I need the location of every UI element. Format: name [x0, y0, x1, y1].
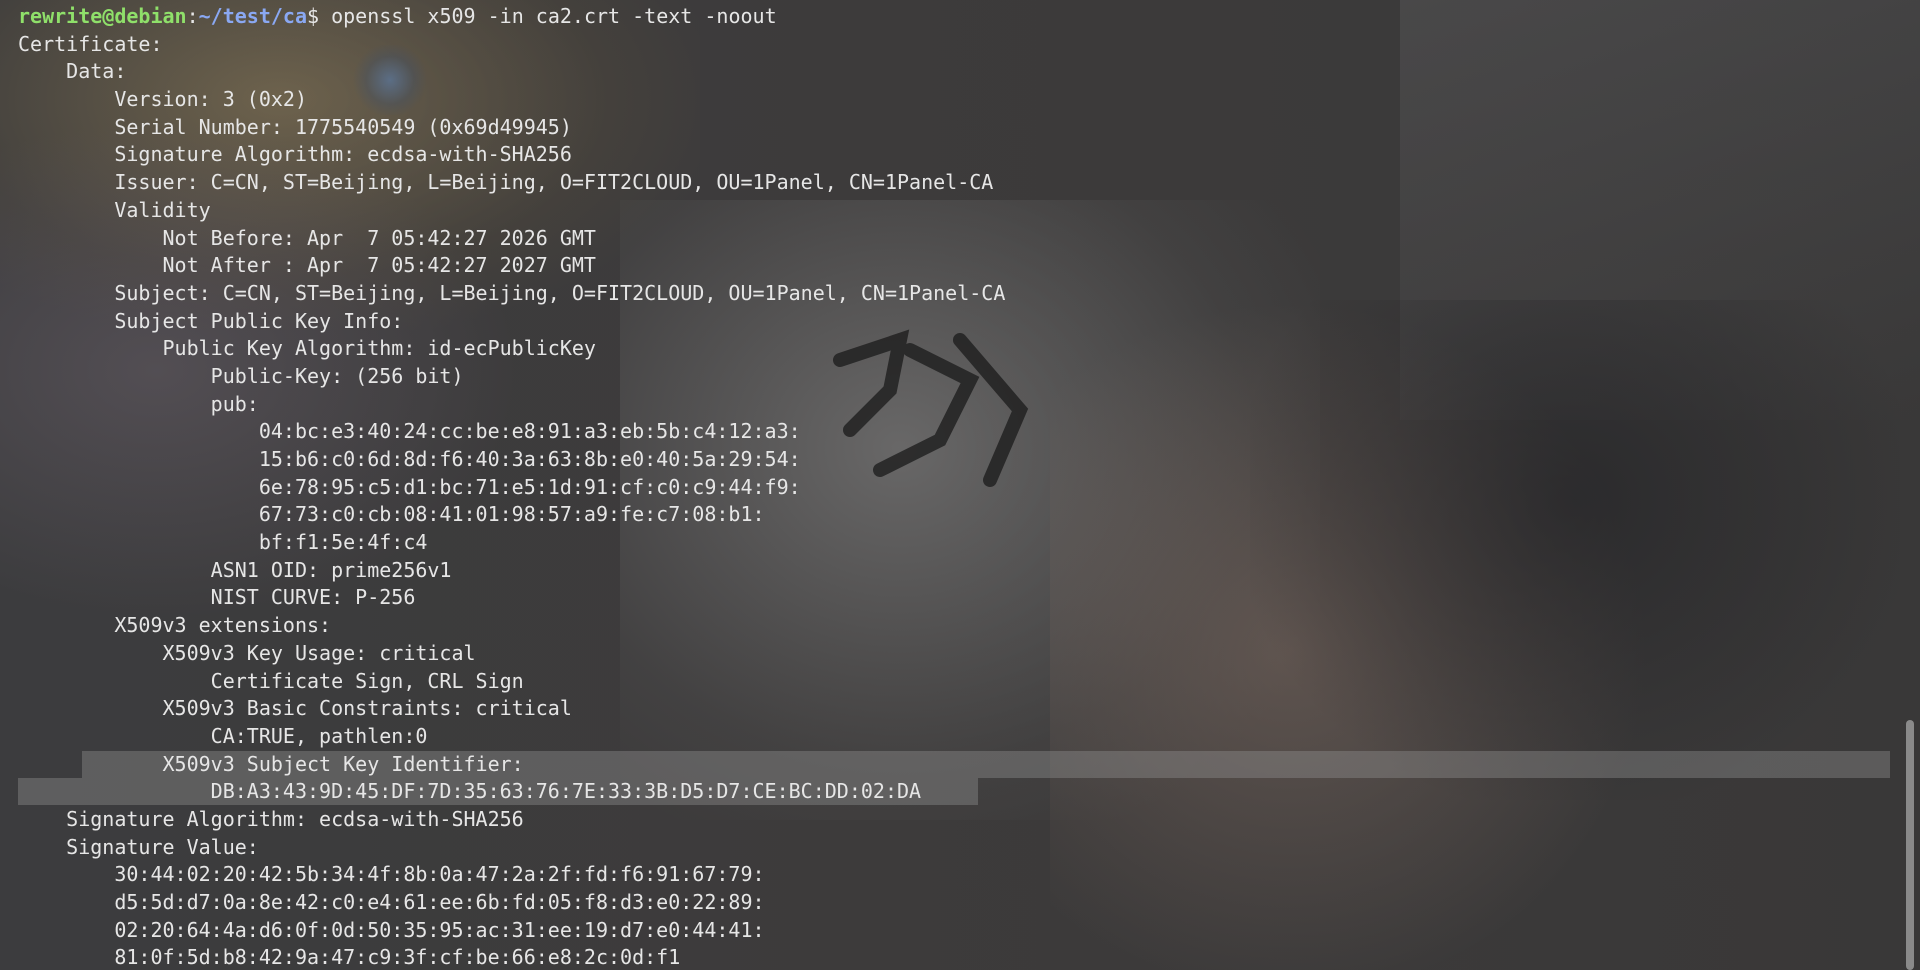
output-line: X509v3 Basic Constraints: critical — [18, 696, 572, 721]
output-line: X509v3 extensions: — [18, 613, 332, 638]
output-line: pub: — [18, 391, 259, 416]
output-line: DB:A3:43:9D:45:DF:7D:35:63:76:7E:33:3B:D… — [18, 779, 922, 804]
output-line: 02:20:64:4a:d6:0f:0d:50:35:95:ac:31:ee:1… — [18, 917, 765, 942]
output-line: d5:5d:d7:0a:8e:42:c0:e4:61:ee:6b:fd:05:f… — [18, 890, 765, 914]
output-line: Signature Algorithm: ecdsa-with-SHA256 — [18, 806, 524, 831]
output-line: Subject Public Key Info: — [18, 308, 404, 333]
output-line: 81:0f:5d:b8:42:9a:47:c9:3f:cf:be:66:e8:2… — [18, 945, 681, 970]
output-line: Serial Number: 1775540549 (0x69d49945) — [18, 114, 572, 139]
vertical-scrollbar[interactable] — [1906, 720, 1914, 970]
output-line: Version: 3 (0x2) — [18, 87, 307, 112]
output-line: Not After : Apr 7 05:42:27 2027 GMT — [18, 253, 596, 278]
output-line: Certificate Sign, CRL Sign — [18, 668, 524, 693]
prompt-line: rewrite@debian:~/test/ca$ openssl x509 -… — [18, 3, 1005, 31]
output-line: Data: — [18, 59, 127, 84]
prompt-user-host: rewrite@debian — [18, 4, 187, 28]
output-line: Subject: C=CN, ST=Beijing, L=Beijing, O=… — [18, 280, 1006, 305]
output-line: 30:44:02:20:42:5b:34:4f:8b:0a:47:2a:2f:f… — [18, 862, 765, 887]
output-line: 15:b6:c0:6d:8d:f6:40:3a:63:8b:e0:40:5a:2… — [18, 447, 801, 471]
prompt-command: openssl x509 -in ca2.crt -text -noout — [319, 4, 777, 28]
prompt-separator: : — [186, 4, 199, 28]
output-line: CA:TRUE, pathlen:0 — [18, 723, 428, 748]
output-line: ASN1 OID: prime256v1 — [18, 557, 452, 582]
prompt-symbol: $ — [307, 4, 320, 28]
wallpaper-shorts — [1250, 300, 1900, 800]
prompt-path: ~/test/ca — [198, 4, 307, 28]
wallpaper-body — [1050, 300, 1650, 970]
output-line: Certificate: — [18, 31, 163, 56]
output-line: 6e:78:95:c5:d1:bc:71:e5:1d:91:cf:c0:c9:4… — [18, 474, 801, 499]
output-line: X509v3 Subject Key Identifier: — [18, 751, 524, 776]
output-line: Public-Key: (256 bit) — [18, 363, 464, 388]
output-line: bf:f1:5e:4f:c4 — [18, 530, 428, 555]
wallpaper-wall — [1400, 0, 1920, 420]
output-line: 67:73:c0:cb:08:41:01:98:57:a9:fe:c7:08:b… — [18, 502, 765, 527]
output-line: Not Before: Apr 7 05:42:27 2026 GMT — [18, 225, 596, 250]
terminal-output[interactable]: rewrite@debian:~/test/ca$ openssl x509 -… — [18, 3, 1005, 970]
output-line: NIST CURVE: P-256 — [18, 585, 416, 610]
output-line: Issuer: C=CN, ST=Beijing, L=Beijing, O=F… — [18, 170, 994, 195]
output-line: Signature Algorithm: ecdsa-with-SHA256 — [18, 142, 572, 167]
output-line: 04:bc:e3:40:24:cc:be:e8:91:a3:eb:5b:c4:1… — [18, 419, 801, 444]
output-line: X509v3 Key Usage: critical — [18, 640, 476, 665]
output-line: Public Key Algorithm: id-ecPublicKey — [18, 336, 596, 361]
output-line: Signature Value: — [18, 834, 259, 859]
output-line: Validity — [18, 197, 211, 222]
terminal-window[interactable]: rewrite@debian:~/test/ca$ openssl x509 -… — [0, 0, 1920, 970]
